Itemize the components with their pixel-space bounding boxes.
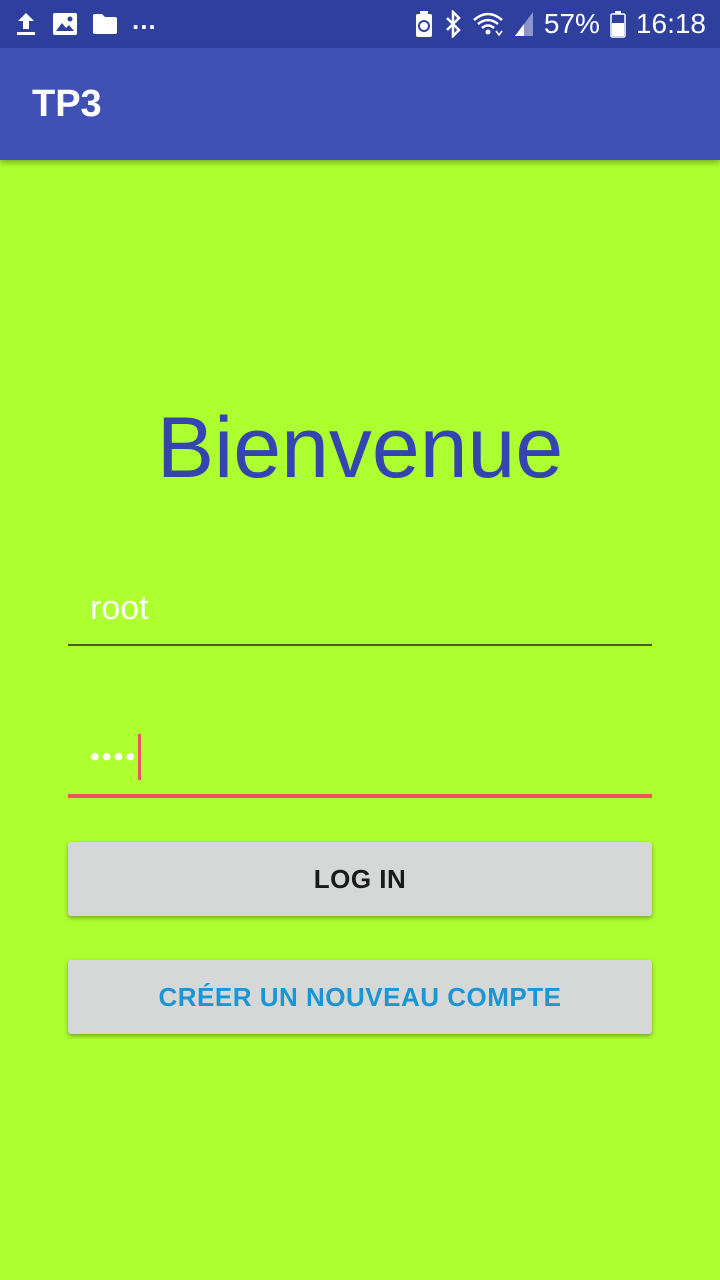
battery-saver-icon: [414, 10, 434, 38]
app-title: TP3: [32, 83, 102, 125]
login-button[interactable]: LOG IN: [68, 842, 652, 916]
upload-icon: [14, 11, 38, 37]
username-field[interactable]: root: [68, 580, 652, 646]
status-bar: ... 57% 16:18: [0, 0, 720, 48]
username-value: root: [90, 589, 149, 627]
clock: 16:18: [635, 8, 706, 39]
login-screen: ... 57% 16:18 TP3 Bienvenue root •••• LO…: [0, 0, 720, 1280]
status-notifications: ...: [14, 0, 157, 48]
image-icon: [52, 12, 78, 36]
battery-icon: [610, 10, 626, 38]
signal-icon: [514, 11, 534, 37]
battery-percent: 57%: [543, 8, 600, 39]
wifi-icon: [472, 11, 504, 37]
app-bar: TP3: [0, 48, 720, 160]
status-system: 57% 16:18: [414, 0, 706, 48]
password-value: ••••: [90, 734, 142, 780]
folder-icon: [92, 13, 118, 35]
password-field[interactable]: ••••: [68, 728, 652, 798]
create-account-button[interactable]: CRÉER UN NOUVEAU COMPTE: [68, 960, 652, 1034]
bluetooth-icon: [444, 10, 462, 38]
text-cursor: [138, 734, 142, 780]
more-notifications: ...: [132, 4, 157, 35]
password-dots: ••••: [90, 741, 138, 772]
welcome-heading: Bienvenue: [156, 400, 564, 496]
